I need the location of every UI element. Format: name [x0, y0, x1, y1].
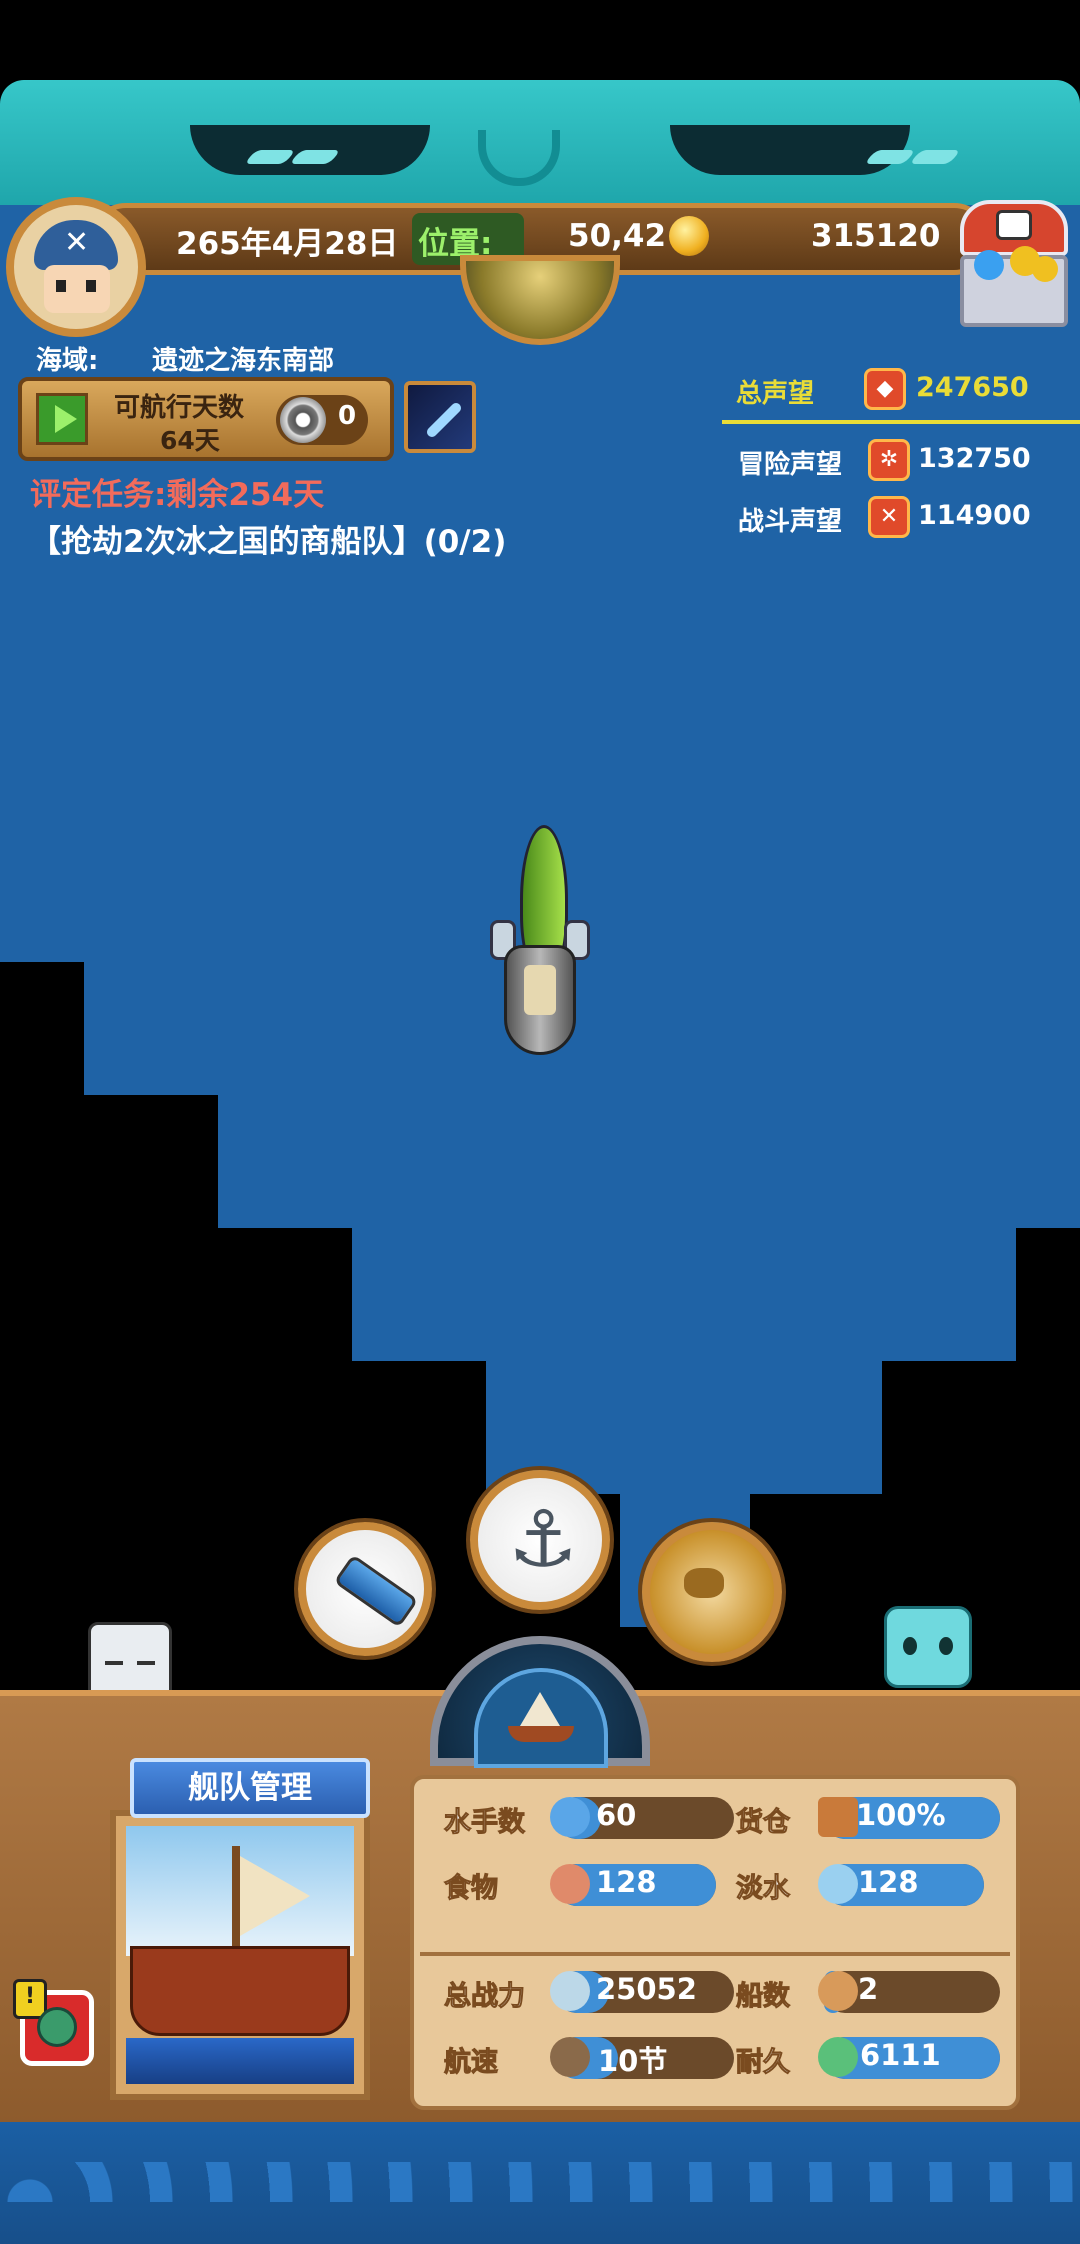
combat-power-value: 25052 [596, 1972, 697, 2006]
gold-coin-icon [669, 216, 709, 256]
cargo-value: 100% [856, 1798, 946, 1832]
sailors-value: 60 [596, 1798, 637, 1832]
avatar-face [44, 265, 110, 313]
adventure-reputation-label: 冒险声望 [738, 450, 843, 480]
ocean [218, 1093, 1080, 1228]
gold-amount: 315120 [811, 218, 941, 254]
telescope-icon [333, 1554, 419, 1628]
stats-divider [420, 1952, 1010, 1956]
cargo-label: 货仓 [736, 1807, 791, 1839]
banner-right-eye [670, 125, 910, 175]
durability-value: 6111 [860, 2038, 941, 2072]
sailboat-icon [520, 1692, 560, 1726]
water-jug-icon [818, 1864, 858, 1904]
crate-icon [818, 1797, 858, 1837]
cyan-cat-mascot-icon [884, 1606, 972, 1688]
food-label: 食物 [444, 1873, 499, 1905]
feather-skill-icon[interactable] [404, 381, 476, 453]
durability-label: 耐久 [736, 2047, 791, 2079]
repair-ship-icon [818, 2037, 858, 2077]
ocean [352, 1226, 1016, 1361]
world-map-button[interactable] [642, 1522, 782, 1662]
crossed-swords-icon: ✕ [868, 496, 910, 538]
crossed-swords-skull-icon [550, 1971, 590, 2011]
water-value: 128 [858, 1865, 919, 1899]
water-label: 淡水 [736, 1873, 791, 1905]
ship-wheel-icon: ✲ [868, 439, 910, 481]
repair-icon [37, 2007, 77, 2047]
combat-power-label: 总战力 [444, 1981, 526, 2013]
fleet-management-title[interactable]: 舰队管理 [130, 1758, 370, 1818]
anchor-button[interactable]: ⚓ [470, 1470, 610, 1610]
sea-area-label: 海域: [36, 346, 99, 376]
skull-icon: ✕ [64, 225, 90, 260]
ship-portrait[interactable] [110, 1810, 370, 2100]
battle-reputation-value: 114900 [918, 500, 1031, 531]
sail-days-value: 64天 [160, 426, 220, 455]
sailor-icon [550, 1797, 590, 1837]
mission-header: 评定任务:剩余254天 [30, 477, 325, 513]
anchor-icon: ⚓ [508, 1495, 578, 1585]
avatar-eye [56, 280, 66, 292]
ship-count-label: 船数 [736, 1981, 791, 2013]
white-cat-mascot-icon [88, 1622, 172, 1700]
battle-reputation-label: 战斗声望 [738, 507, 843, 537]
treasure-chest-icon[interactable] [952, 200, 1076, 330]
food-value: 128 [596, 1865, 657, 1899]
play-icon[interactable] [36, 393, 88, 445]
counter-value: 0 [338, 401, 357, 431]
sailors-label: 水手数 [444, 1807, 526, 1839]
ship-count-value: 2 [858, 1972, 879, 2006]
bottom-water [0, 2122, 1080, 2244]
shield-icon: ◆ [864, 368, 906, 410]
sail-days-title: 可航行天数 [114, 393, 245, 423]
alert-ship-button[interactable]: ! [13, 1979, 94, 2066]
sailing-ship-icon [550, 2037, 590, 2077]
telescope-button[interactable] [298, 1522, 432, 1656]
reputation-divider [722, 420, 1080, 424]
speed-label: 航速 [444, 2047, 499, 2079]
target-icon [280, 397, 326, 443]
player-avatar[interactable]: ✕ [6, 197, 146, 337]
sail-days-panel[interactable]: 可航行天数 64天 0 [18, 377, 394, 461]
wave-decor [0, 2162, 1080, 2202]
adventure-reputation-value: 132750 [918, 443, 1031, 474]
sea-area-value: 遗迹之海东南部 [152, 346, 335, 376]
player-ship[interactable] [484, 825, 596, 1060]
speed-value: 10节 [598, 2044, 668, 2078]
meat-icon [550, 1864, 590, 1904]
position-value: 50,42 [568, 218, 667, 254]
total-reputation-label: 总声望 [736, 379, 815, 409]
total-reputation-value: 247650 [916, 372, 1029, 403]
small-boat-icon [818, 1971, 858, 2011]
avatar-eye [86, 280, 96, 292]
date-text: 265年4月28日 [176, 226, 399, 262]
map-continent-icon [684, 1568, 724, 1598]
mission-text[interactable]: 【抢劫2次冰之国的商船队】(0/2) [30, 516, 506, 561]
